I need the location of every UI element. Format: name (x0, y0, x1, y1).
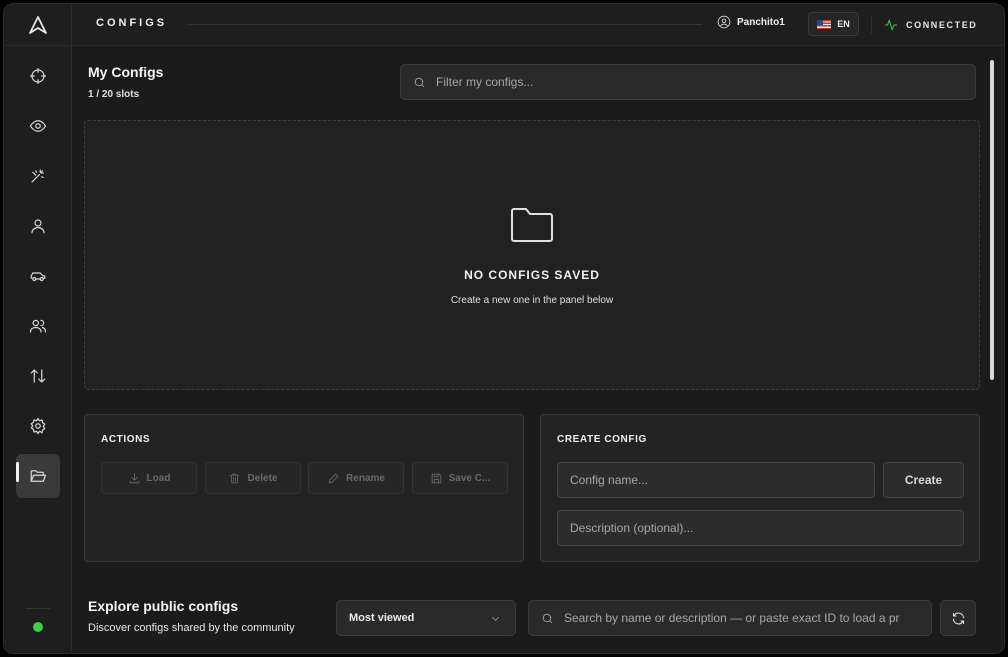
activity-icon (885, 18, 897, 32)
actions-title: ACTIONS (101, 434, 151, 445)
wand-icon (31, 169, 44, 183)
search-icon (542, 613, 553, 623)
explore-subtitle: Discover configs shared by the community (88, 622, 295, 634)
sidebar-divider (26, 608, 50, 609)
actions-panel: ACTIONS Load Delete Rename Save C... (84, 414, 524, 562)
header-separator (871, 16, 872, 34)
sidebar-item-aim[interactable] (16, 54, 60, 98)
sidebar-item-misc[interactable] (16, 154, 60, 198)
folder-open-icon (30, 470, 47, 482)
public-search-field[interactable] (528, 600, 932, 636)
gear-icon (30, 417, 46, 435)
car-icon (30, 272, 46, 282)
load-button[interactable]: Load (101, 462, 197, 494)
sidebar-item-player[interactable] (16, 204, 60, 248)
scrollbar-track[interactable] (990, 60, 994, 646)
sidebar-item-transfer[interactable] (16, 354, 60, 398)
sidebar-item-settings[interactable] (16, 404, 60, 448)
explore-title: Explore public configs (88, 598, 239, 614)
app-logo (4, 4, 72, 46)
sidebar-item-configs[interactable] (16, 454, 60, 498)
save-label: Save C... (448, 472, 491, 484)
save-config-button[interactable]: Save C... (412, 462, 508, 494)
user-name: Panchito1 (737, 16, 785, 28)
status-dot (33, 622, 43, 632)
search-icon (414, 77, 425, 87)
app-window: CONFIGS Panchito1 EN CONNECTED My Config… (3, 3, 1005, 654)
config-name-field[interactable] (557, 462, 875, 498)
sidebar-item-vehicle[interactable] (16, 254, 60, 298)
sort-dropdown[interactable]: Most viewed (336, 600, 516, 636)
delete-button[interactable]: Delete (205, 462, 301, 494)
logo-icon (29, 15, 47, 34)
delete-label: Delete (247, 472, 278, 484)
eye-icon (29, 120, 47, 132)
create-button[interactable]: Create (883, 462, 964, 498)
filter-configs-input[interactable] (436, 75, 975, 89)
empty-state-subtitle: Create a new one in the panel below (450, 295, 614, 306)
empty-folder-container (509, 205, 555, 245)
user-menu[interactable]: Panchito1 (717, 15, 785, 29)
filter-configs-field[interactable] (400, 64, 976, 100)
sidebar (4, 4, 72, 653)
language-code: EN (837, 19, 850, 29)
config-name-input[interactable] (570, 473, 874, 487)
us-flag-icon (817, 19, 832, 29)
sidebar-item-visuals[interactable] (16, 104, 60, 148)
folder-icon (511, 208, 553, 242)
sort-value: Most viewed (349, 612, 415, 624)
empty-configs-area: NO CONFIGS SAVED Create a new one in the… (84, 120, 980, 390)
users-icon (29, 319, 47, 333)
refresh-button[interactable] (940, 600, 976, 636)
pencil-icon (328, 473, 339, 483)
top-header: CONFIGS Panchito1 EN CONNECTED (72, 4, 1004, 46)
refresh-icon (952, 612, 964, 624)
download-icon (129, 472, 139, 483)
description-field[interactable] (557, 510, 964, 546)
create-config-title: CREATE CONFIG (557, 434, 647, 445)
create-config-panel: CREATE CONFIG Create (540, 414, 980, 562)
public-search-input[interactable] (564, 611, 931, 625)
trash-icon (230, 473, 240, 483)
page-header-title: CONFIGS (96, 17, 168, 29)
page-title: My Configs (88, 64, 164, 80)
arrows-updown-icon (30, 369, 46, 383)
load-label: Load (146, 472, 171, 484)
slots-count: 1 / 20 slots (88, 89, 140, 100)
chevron-down-icon (492, 616, 499, 621)
main-content: My Configs 1 / 20 slots NO CONFIGS SAVED… (72, 46, 1004, 653)
user-circle-icon (717, 15, 731, 29)
save-icon (431, 473, 441, 483)
description-input[interactable] (570, 521, 963, 535)
active-indicator (16, 462, 19, 482)
language-selector[interactable]: EN (808, 12, 859, 36)
rename-label: Rename (346, 472, 385, 484)
sidebar-item-players[interactable] (16, 304, 60, 348)
rename-button[interactable]: Rename (308, 462, 404, 494)
crosshair-icon (29, 67, 47, 85)
empty-state-title: NO CONFIGS SAVED (464, 268, 600, 282)
connection-label: CONNECTED (906, 20, 978, 30)
header-divider (187, 24, 702, 25)
scrollbar-thumb[interactable] (990, 60, 994, 380)
user-icon (31, 219, 45, 234)
connection-status: CONNECTED (884, 18, 977, 32)
